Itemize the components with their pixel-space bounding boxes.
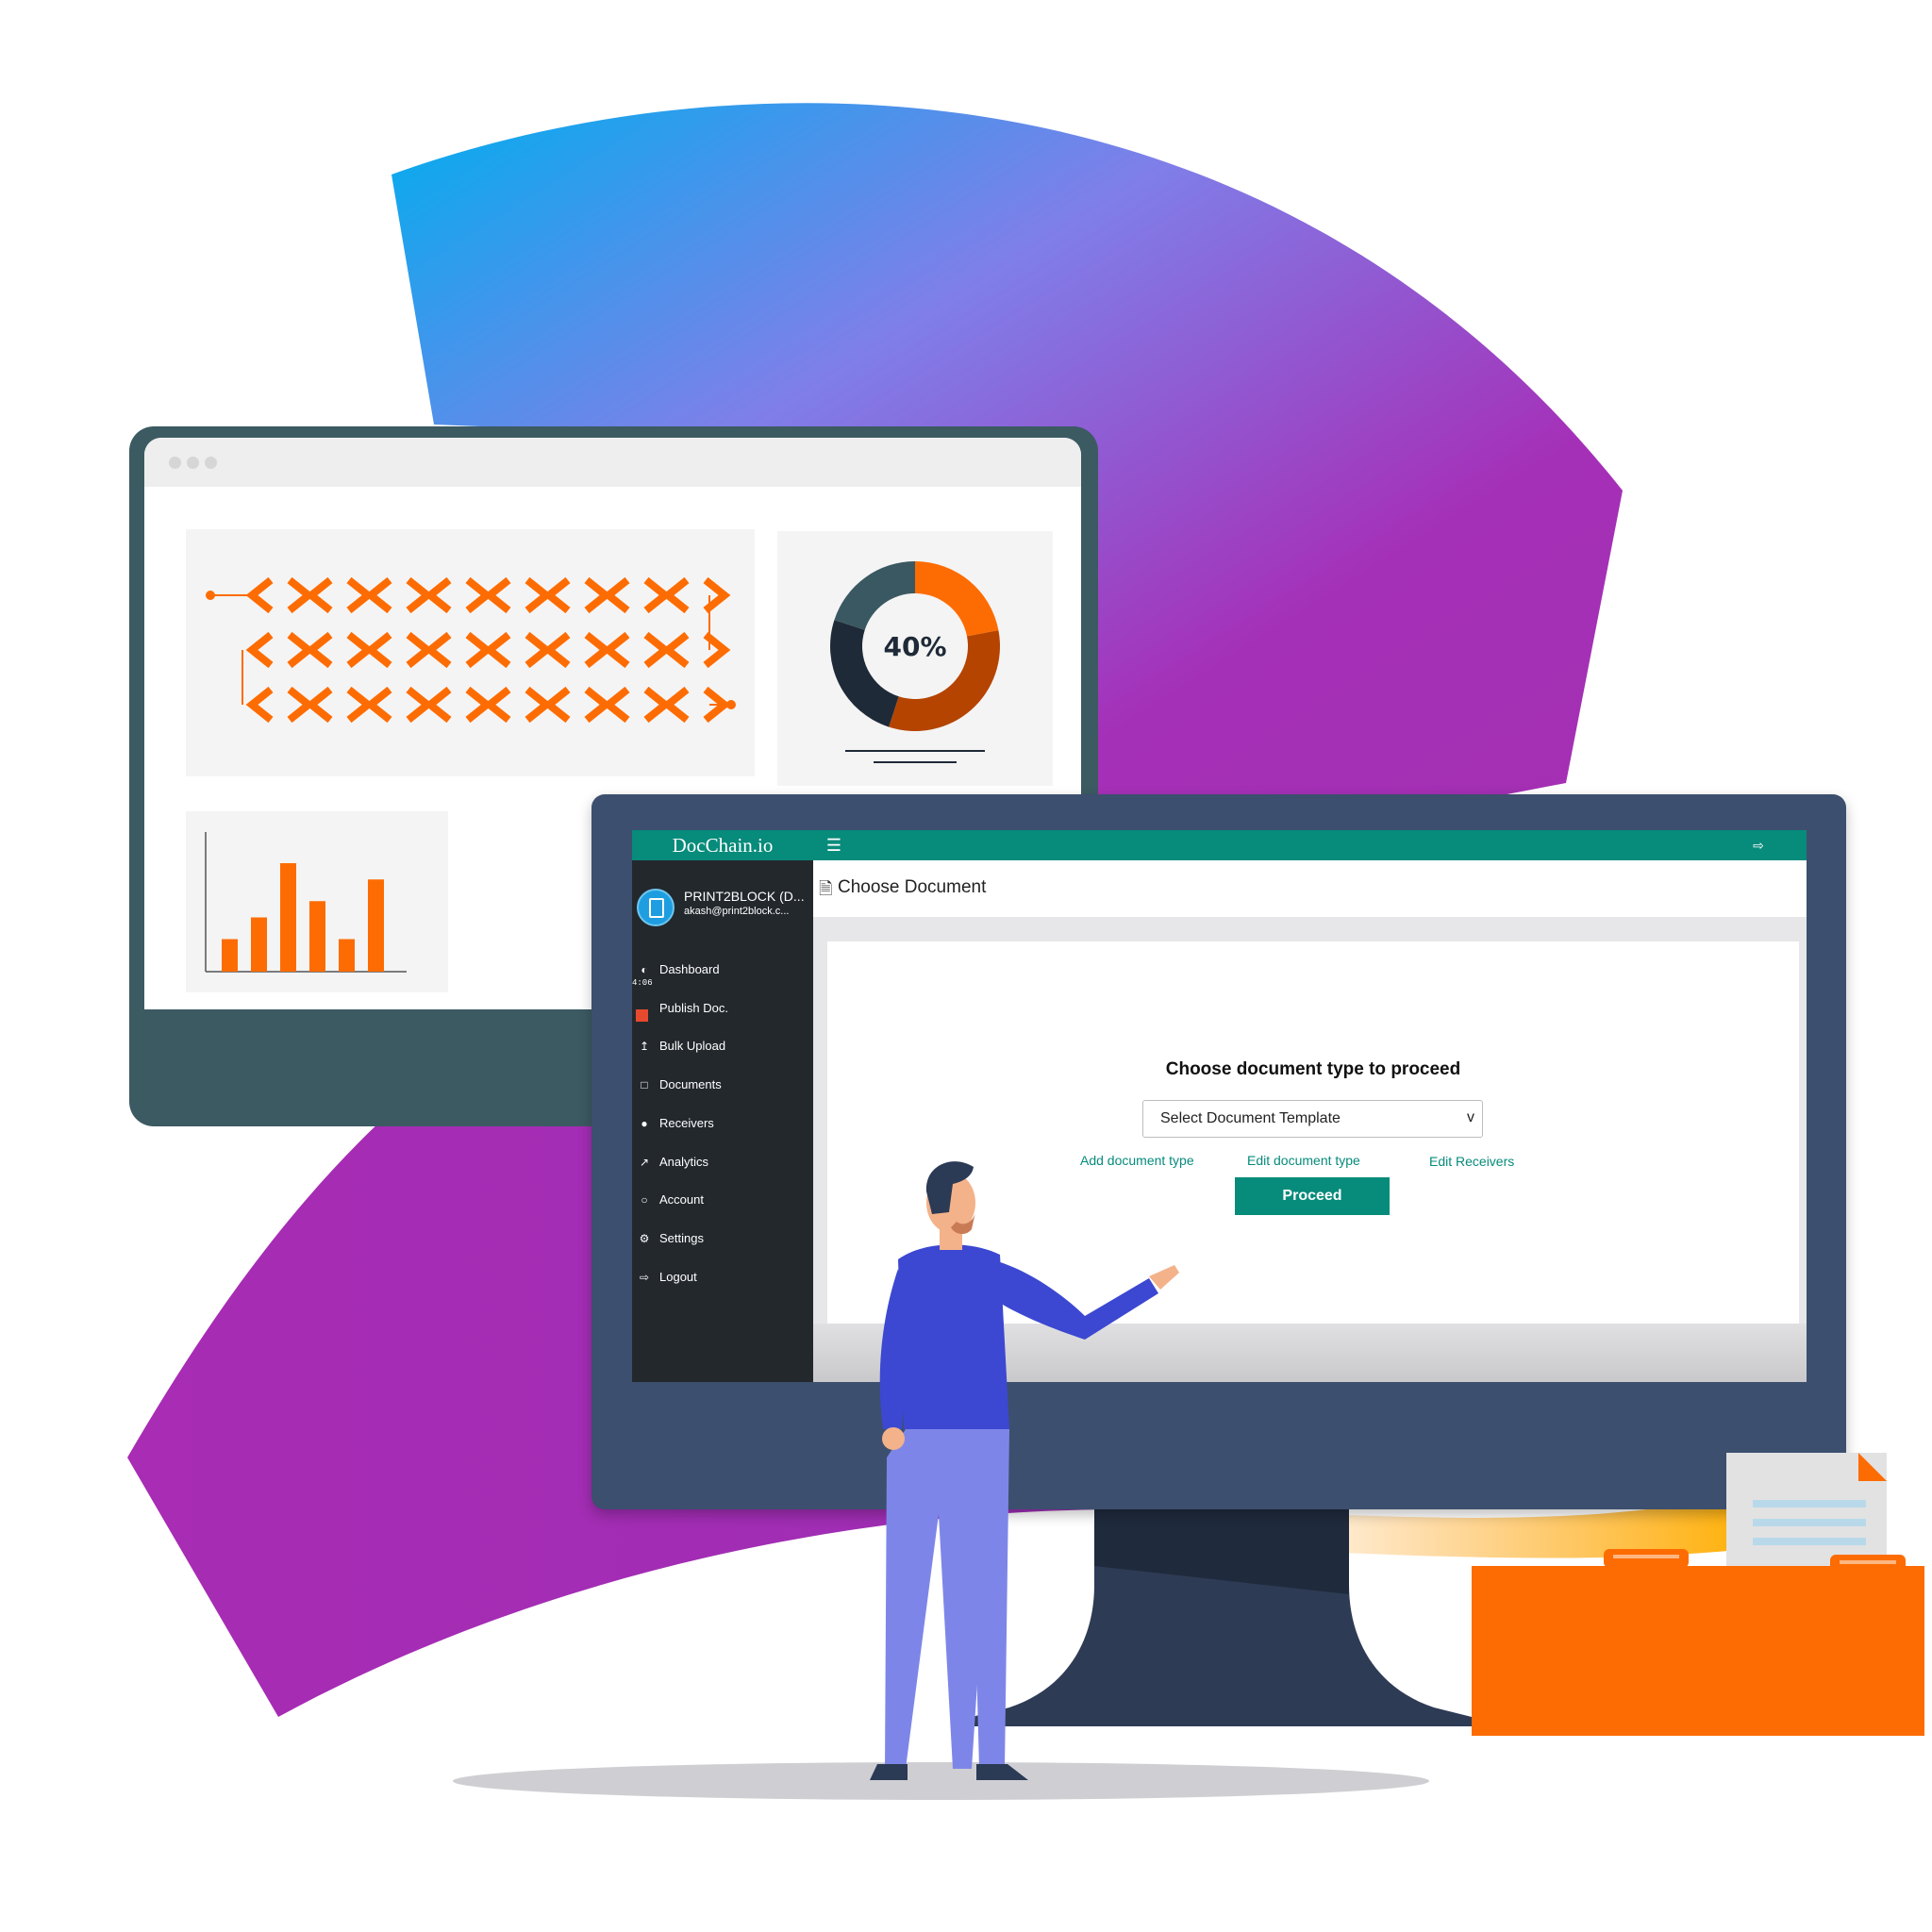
- chevron-mark: [305, 631, 375, 669]
- folder-body: [1472, 1566, 1924, 1736]
- select-value: Select Document Template: [1160, 1110, 1341, 1126]
- donut-chart-panel: 40%: [777, 531, 1053, 786]
- chevron-mark: [602, 631, 672, 669]
- sidebar-item-label: Settings: [659, 1231, 704, 1245]
- docchain-app: DocChain.io PRINT2BLOCK (D... akash@prin…: [632, 830, 1807, 1382]
- sidebar-item-label: Documents: [659, 1077, 722, 1091]
- gear-icon: ⚙: [639, 1232, 650, 1245]
- chevron-mark: [483, 576, 553, 614]
- chevron-mark: [661, 576, 731, 614]
- sign-out-icon: ⇨: [639, 1271, 650, 1284]
- line-chart-icon: ↗: [639, 1156, 650, 1169]
- sidebar-item-dashboard[interactable]: ◐ Dashboard: [632, 957, 813, 985]
- sidebar-item-documents[interactable]: □ Documents: [632, 1072, 813, 1100]
- chevron-mark: [364, 631, 434, 669]
- sidebar-item-label: Receivers: [659, 1116, 714, 1130]
- chevron-mark: [424, 576, 493, 614]
- users-icon: ●: [641, 1117, 648, 1130]
- donut-percent-label: 40%: [883, 631, 946, 662]
- chevron-mark: [364, 576, 434, 614]
- document-template-select[interactable]: Select Document Template v: [1142, 1100, 1483, 1138]
- donut-slice: [834, 561, 915, 630]
- chevron-down-icon: v: [1467, 1109, 1474, 1125]
- bar-chart-bar: [368, 879, 384, 972]
- chevron-mark: [245, 631, 315, 669]
- page-title: Choose Document: [838, 877, 987, 897]
- sidebar-item-account[interactable]: ○ Account: [632, 1187, 813, 1215]
- edit-document-type-link[interactable]: Edit document type: [1247, 1153, 1360, 1168]
- window-dot-icon: [205, 457, 217, 469]
- user-email: akash@print2block.c...: [684, 906, 790, 917]
- page-header: 🗎 Choose Document: [813, 860, 1807, 917]
- edit-receivers-link[interactable]: Edit Receivers: [1429, 1154, 1514, 1169]
- user-name: PRINT2BLOCK (D...: [684, 889, 805, 904]
- window-dot-icon: [169, 457, 181, 469]
- publish-icon: [636, 1009, 648, 1022]
- content-heading: Choose document type to proceed: [1165, 1059, 1461, 1079]
- sidebar-item-label: Bulk Upload: [659, 1039, 726, 1053]
- chevron-mark: [305, 576, 375, 614]
- clock-readout: 4:06: [632, 978, 653, 988]
- sidebar-item-bulk-upload[interactable]: ↥ Bulk Upload: [632, 1033, 813, 1061]
- chevron-mark: [542, 576, 612, 614]
- sidebar-item-logout[interactable]: ⇨ Logout: [632, 1264, 813, 1292]
- sign-out-icon[interactable]: ⇨: [1750, 837, 1767, 854]
- window-dot-icon: [187, 457, 199, 469]
- chevron-mark: [602, 686, 672, 724]
- sidebar-item-label: Dashboard: [659, 962, 720, 976]
- sidebar-item-analytics[interactable]: ↗ Analytics: [632, 1149, 813, 1177]
- chevron-mark: [424, 686, 493, 724]
- chevron-mark: [364, 686, 434, 724]
- donut-chart: 40%: [830, 561, 1000, 763]
- chevron-mark: [245, 576, 315, 614]
- chevron-mark: [542, 631, 612, 669]
- sidebar-item-settings[interactable]: ⚙ Settings: [632, 1225, 813, 1254]
- chevron-pattern-panel: [186, 529, 755, 776]
- sidebar-item-label: Publish Doc.: [659, 1001, 728, 1015]
- chevron-pattern-graphic: [206, 576, 736, 724]
- user-icon: ○: [641, 1193, 648, 1207]
- chevron-mark: [483, 686, 553, 724]
- brand-logo[interactable]: DocChain.io: [632, 830, 813, 860]
- sidebar-item-label: Analytics: [659, 1155, 709, 1169]
- bar-chart-bar: [251, 917, 267, 972]
- bar-chart: [205, 832, 407, 973]
- file-icon: □: [641, 1078, 648, 1091]
- folder-illustration: [1472, 1453, 1924, 1736]
- sidebar: DocChain.io PRINT2BLOCK (D... akash@prin…: [632, 830, 813, 1382]
- sidebar-item-label: Logout: [659, 1270, 697, 1284]
- chevron-mark: [424, 631, 493, 669]
- chevron-mark: [602, 576, 672, 614]
- bar-chart-bar: [339, 939, 355, 972]
- top-navbar: ☰ ⇨: [813, 830, 1807, 860]
- chevron-mark: [661, 631, 731, 669]
- chevron-mark: [245, 686, 315, 724]
- chevron-mark: [542, 686, 612, 724]
- donut-slice: [915, 561, 999, 637]
- hamburger-menu-icon[interactable]: ☰: [824, 836, 843, 855]
- sidebar-item-receivers[interactable]: ● Receivers: [632, 1110, 813, 1139]
- bar-chart-panel: [186, 811, 448, 992]
- chevron-mark: [305, 686, 375, 724]
- bar-chart-bar: [222, 939, 238, 972]
- sidebar-item-label: Account: [659, 1192, 704, 1207]
- bar-chart-bar: [280, 863, 296, 972]
- chevron-endpoint: [206, 591, 215, 600]
- avatar[interactable]: [637, 889, 675, 926]
- chevron-endpoint: [726, 700, 736, 709]
- browser-titlebar: [144, 438, 1081, 487]
- document-icon: 🗎: [819, 879, 833, 898]
- bar-chart-bar: [309, 901, 325, 972]
- tachometer-icon: ◐: [641, 963, 648, 976]
- proceed-button[interactable]: Proceed: [1235, 1177, 1390, 1215]
- sidebar-item-publish-doc[interactable]: Publish Doc.: [632, 995, 813, 1024]
- person-pointing-illustration: [870, 1161, 1179, 1780]
- upload-icon: ↥: [639, 1040, 650, 1053]
- chevron-mark: [483, 631, 553, 669]
